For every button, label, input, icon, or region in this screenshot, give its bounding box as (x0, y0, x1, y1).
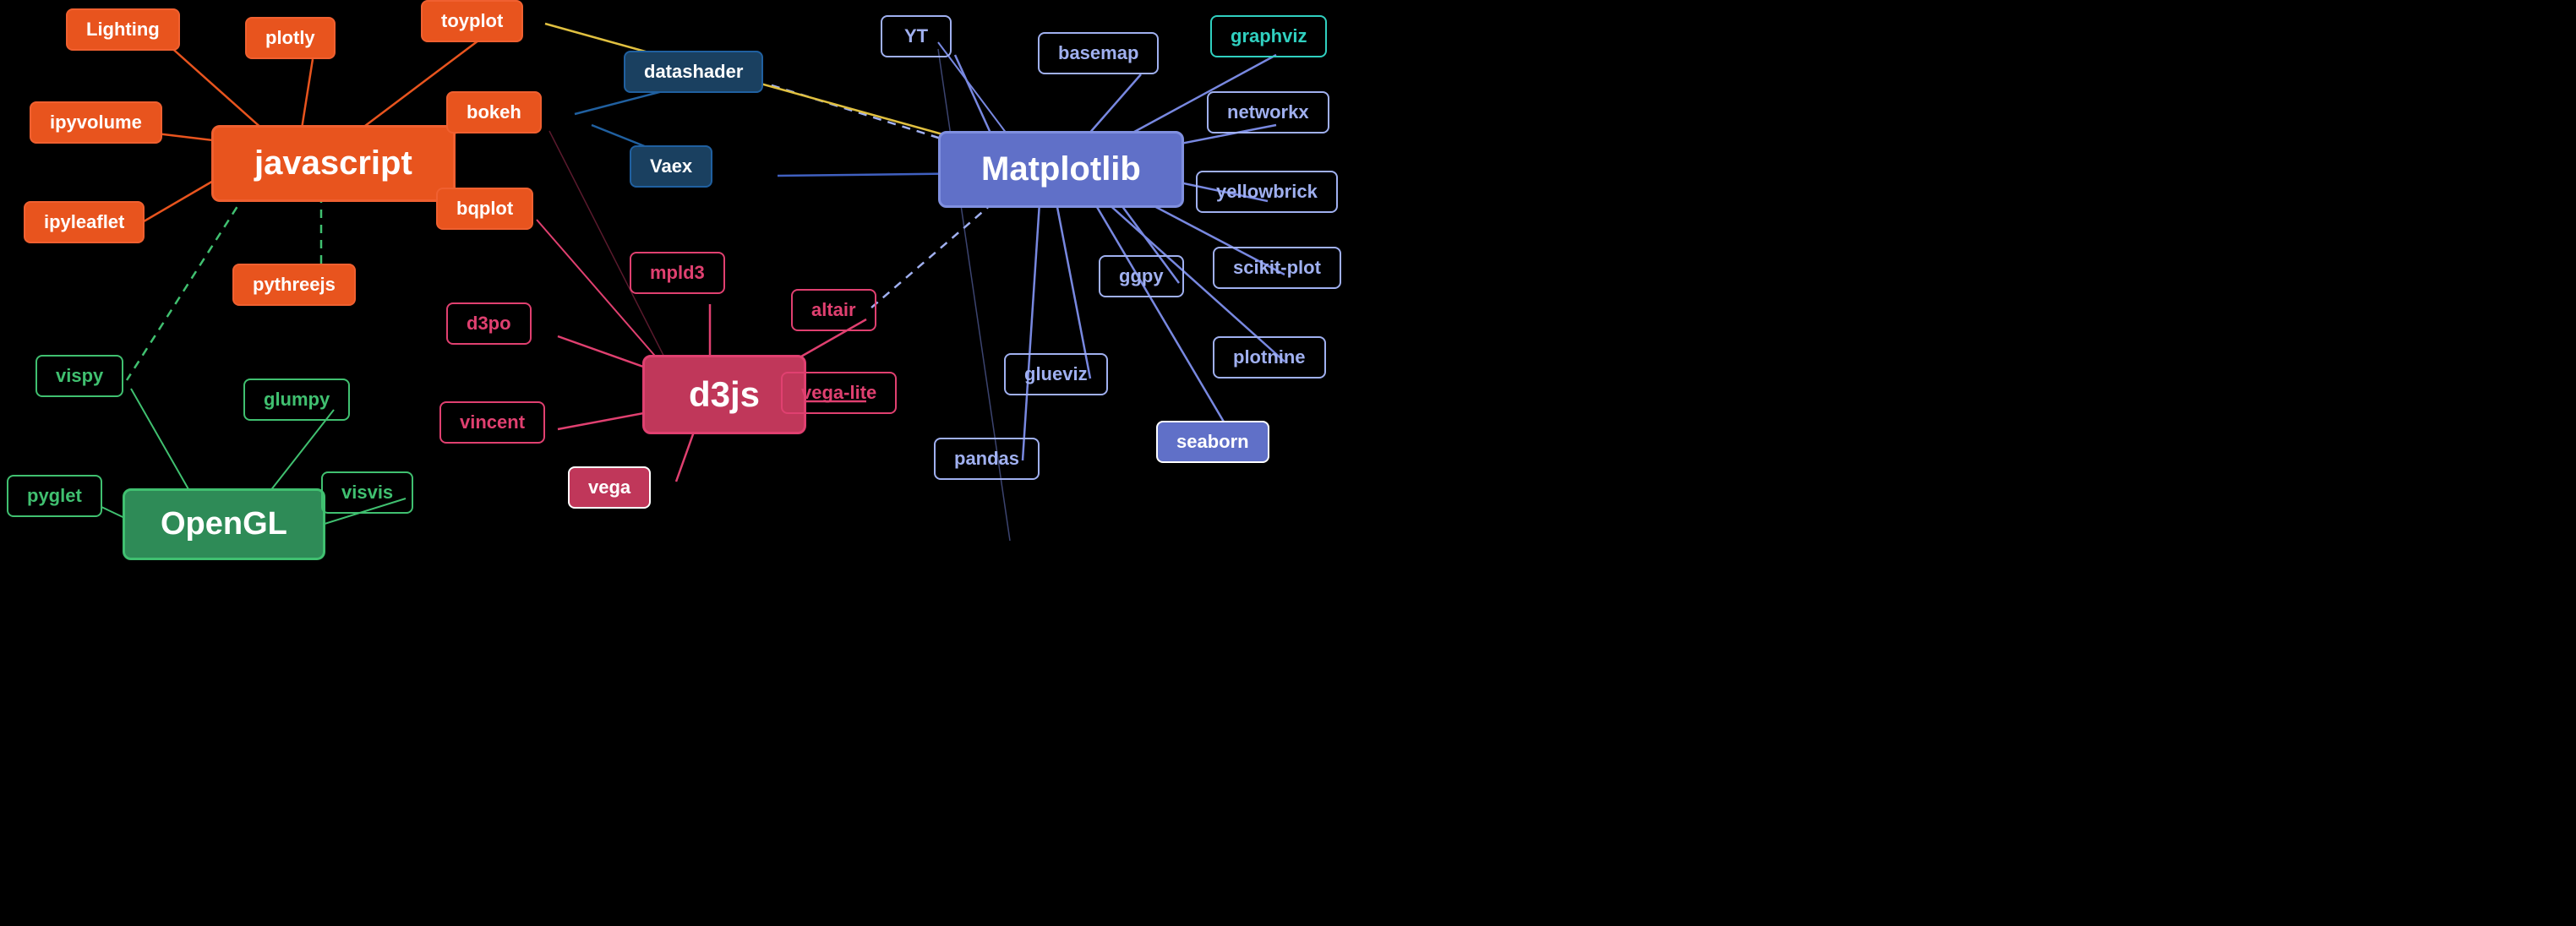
graphviz-node[interactable]: graphviz (1210, 15, 1327, 57)
altair-node[interactable]: altair (791, 289, 876, 331)
ipyvolume-node[interactable]: ipyvolume (30, 101, 162, 144)
bqplot-node[interactable]: bqplot (436, 188, 533, 230)
networkx-node[interactable]: networkx (1207, 91, 1329, 133)
pyglet-node[interactable]: pyglet (7, 475, 102, 517)
scikitplot-node[interactable]: scikit-plot (1213, 247, 1341, 289)
vegalite-node[interactable]: vega-lite (781, 372, 897, 414)
basemap-node[interactable]: basemap (1038, 32, 1159, 74)
matplotlib-node[interactable]: Matplotlib (938, 131, 1184, 208)
glueviz-node[interactable]: glueviz (1004, 353, 1108, 395)
opengl-node[interactable]: OpenGL (123, 488, 325, 560)
mpld3-node[interactable]: mpld3 (630, 252, 725, 294)
plotnine-node[interactable]: plotnine (1213, 336, 1326, 379)
vincent-node[interactable]: vincent (439, 401, 545, 444)
visvis-node[interactable]: visvis (321, 471, 413, 514)
toyplot-node[interactable]: toyplot (421, 0, 523, 42)
vega-node[interactable]: vega (568, 466, 651, 509)
vispy-node[interactable]: vispy (35, 355, 123, 397)
yt-node[interactable]: YT (881, 15, 952, 57)
pythreejs-node[interactable]: pythreejs (232, 264, 356, 306)
glumpy-node[interactable]: glumpy (243, 379, 350, 421)
javascript-node[interactable]: javascript (211, 125, 456, 202)
vaex-node[interactable]: Vaex (630, 145, 712, 188)
bokeh-node[interactable]: bokeh (446, 91, 542, 133)
seaborn-node[interactable]: seaborn (1156, 421, 1269, 463)
plotly-node[interactable]: plotly (245, 17, 336, 59)
yellowbrick-node[interactable]: yellowbrick (1196, 171, 1338, 213)
datashader-node[interactable]: datashader (624, 51, 763, 93)
lighting-node[interactable]: Lighting (66, 8, 180, 51)
pandas-node[interactable]: pandas (934, 438, 1040, 480)
ipyleaflet-node[interactable]: ipyleaflet (24, 201, 145, 243)
ggpy-node[interactable]: ggpy (1099, 255, 1184, 297)
d3po-node[interactable]: d3po (446, 302, 532, 345)
